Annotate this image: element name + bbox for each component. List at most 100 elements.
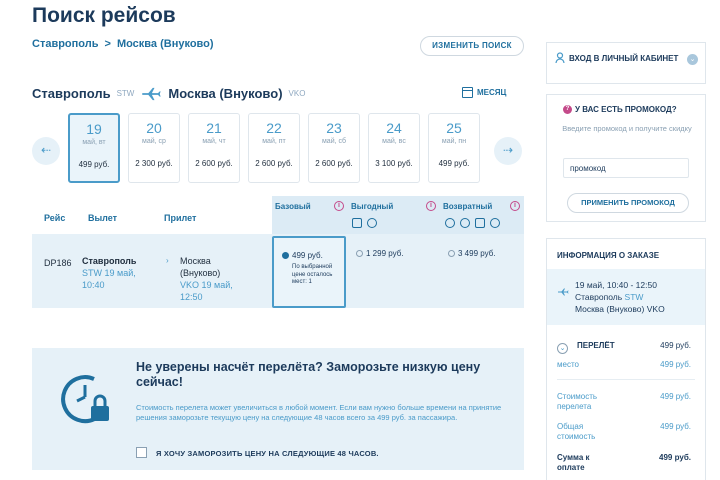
order-to: Москва (Внуково) xyxy=(575,304,645,314)
info-icon[interactable]: i xyxy=(426,201,436,211)
login-panel[interactable]: ВХОД В ЛИЧНЫЙ КАБИНЕТ ⌄ xyxy=(546,42,706,84)
pay-value: 499 руб. xyxy=(659,453,691,462)
order-from: Ставрополь xyxy=(575,292,623,302)
chevron-down-icon[interactable]: ⌄ xyxy=(687,54,698,65)
fare-header-profit[interactable]: Выгодный i xyxy=(346,196,440,234)
promo-panel: ? У ВАС ЕСТЬ ПРОМОКОД? Введите промокод … xyxy=(546,94,706,222)
chevron-down-icon[interactable]: ⌄ xyxy=(557,343,568,354)
date-price: 2 600 руб. xyxy=(315,159,353,168)
radio-icon xyxy=(448,250,455,258)
next-dates-arrow-icon[interactable]: ⇢ xyxy=(494,137,522,165)
cost-label: Стоимость перелета xyxy=(557,392,598,411)
arrival-city-airport: (Внуково) xyxy=(180,268,221,278)
baggage-icon xyxy=(475,218,485,228)
month-button[interactable]: МЕСЯЦ xyxy=(462,87,506,98)
calendar-icon xyxy=(462,87,473,98)
date-card[interactable]: 21 май, чт 2 600 руб. xyxy=(188,113,240,183)
order-info-panel: ИНФОРМАЦИЯ О ЗАКАЗЕ 19 май, 10:40 - 12:5… xyxy=(546,238,706,480)
fare-basic-price: 499 руб. xyxy=(292,251,323,260)
fare-return-cell[interactable]: 3 499 руб. xyxy=(448,249,496,258)
date-price: 499 руб. xyxy=(438,159,470,168)
date-weekday: май, чт xyxy=(202,138,226,145)
date-weekday: май, пн xyxy=(441,138,467,145)
arrival-detail: VKO 19 май, xyxy=(180,280,233,290)
date-weekday: май, вс xyxy=(382,138,406,145)
total-cost-label: Общая стоимость xyxy=(557,422,596,441)
date-card[interactable]: 25 май, пн 499 руб. xyxy=(428,113,480,183)
arrival-time: 12:50 xyxy=(180,292,203,302)
date-weekday: май, вт xyxy=(82,139,106,146)
order-flight-summary: 19 май, 10:40 - 12:50 Ставрополь STW Мос… xyxy=(547,269,705,325)
departure-city: Ставрополь xyxy=(82,256,137,266)
change-search-button[interactable]: ИЗМЕНИТЬ ПОИСК xyxy=(420,36,524,56)
route-to: Москва (Внуково) xyxy=(168,86,283,101)
date-weekday: май, сб xyxy=(321,138,346,145)
fare-basic-cell[interactable]: 499 руб. По выбранной цене осталось мест… xyxy=(272,236,346,308)
baggage-icon xyxy=(352,218,362,228)
seat-label: место xyxy=(557,360,579,369)
fare-return-price: 3 499 руб. xyxy=(458,249,496,258)
divider xyxy=(557,379,695,380)
apply-promo-button[interactable]: ПРИМЕНИТЬ ПРОМОКОД xyxy=(567,193,689,213)
month-label: МЕСЯЦ xyxy=(477,88,507,97)
route-header: Ставрополь STW Москва (Внуково) VKO xyxy=(32,86,305,101)
flight-price: 499 руб. xyxy=(660,341,691,350)
user-icon xyxy=(555,52,565,64)
route-from-code: STW xyxy=(116,89,135,98)
plane-icon xyxy=(142,87,161,100)
fare-header-basic[interactable]: Базовый i xyxy=(272,196,346,234)
promo-input[interactable] xyxy=(563,158,689,178)
breadcrumb-to[interactable]: Москва (Внуково) xyxy=(117,38,214,50)
column-flight: Рейс xyxy=(44,213,66,223)
prev-dates-arrow-icon[interactable]: ⇠ xyxy=(32,137,60,165)
route-from: Ставрополь xyxy=(32,86,111,101)
arrival-city: Москва xyxy=(180,256,211,266)
fare-return-label: Возвратный xyxy=(443,202,493,211)
date-day: 22 xyxy=(266,120,282,136)
total-cost-value: 499 руб. xyxy=(660,422,691,431)
breadcrumb: Ставрополь > Москва (Внуково) xyxy=(32,38,214,50)
fare-basic-option: 499 руб. xyxy=(282,251,323,260)
breadcrumb-from[interactable]: Ставрополь xyxy=(32,38,99,50)
fare-profit-label: Выгодный xyxy=(351,202,394,211)
freeze-checkbox[interactable] xyxy=(136,447,147,458)
promo-hint: Введите промокод и получите скидку xyxy=(562,124,692,133)
breadcrumb-separator: > xyxy=(104,38,111,50)
departure-detail: STW 19 май, xyxy=(82,268,136,278)
flight-label: ПЕРЕЛЁТ xyxy=(577,341,615,350)
date-card[interactable]: 22 май, пт 2 600 руб. xyxy=(248,113,300,183)
plane-icon xyxy=(558,288,569,296)
radio-icon xyxy=(356,250,363,258)
freeze-checkbox-label[interactable]: Я ХОЧУ ЗАМОРОЗИТЬ ЦЕНУ НА СЛЕДУЮЩИЕ 48 Ч… xyxy=(156,449,379,458)
order-to-code: VKO xyxy=(646,304,665,314)
date-day: 20 xyxy=(146,120,162,136)
date-card[interactable]: 24 май, вс 3 100 руб. xyxy=(368,113,420,183)
order-time: 19 май, 10:40 - 12:50 xyxy=(575,280,657,290)
login-label: ВХОД В ЛИЧНЫЙ КАБИНЕТ xyxy=(569,54,679,63)
flight-number: DP186 xyxy=(44,258,72,268)
freeze-title: Не уверены насчёт перелёта? Заморозьте н… xyxy=(136,360,481,389)
info-icon[interactable]: i xyxy=(334,201,344,211)
fare-basic-label: Базовый xyxy=(275,202,311,211)
page-title: Поиск рейсов xyxy=(32,4,176,27)
info-icon[interactable]: i xyxy=(510,201,520,211)
order-from-line: Ставрополь STW xyxy=(575,292,643,302)
date-day: 19 xyxy=(86,121,102,137)
fare-header-return[interactable]: Возвратный i xyxy=(440,196,524,234)
chevron-right-icon: › xyxy=(166,256,169,265)
date-card[interactable]: 23 май, сб 2 600 руб. xyxy=(308,113,360,183)
order-to-line: Москва (Внуково) VKO xyxy=(575,304,665,314)
date-card[interactable]: 19 май, вт 499 руб. xyxy=(68,113,120,183)
fare-basic-note: По выбранной цене осталось мест: 1 xyxy=(292,264,333,285)
clock-lock-icon xyxy=(61,375,109,424)
fare-profit-cell[interactable]: 1 299 руб. xyxy=(356,249,404,258)
seat-price: 499 руб. xyxy=(660,360,691,369)
date-day: 21 xyxy=(206,120,222,136)
departure-time: 10:40 xyxy=(82,280,105,290)
date-card[interactable]: 20 май, ср 2 300 руб. xyxy=(128,113,180,183)
fare-profit-price: 1 299 руб. xyxy=(366,249,404,258)
refund-icon xyxy=(460,218,470,228)
route-to-code: VKO xyxy=(288,89,306,98)
date-price: 499 руб. xyxy=(78,160,110,169)
date-price: 3 100 руб. xyxy=(375,159,413,168)
